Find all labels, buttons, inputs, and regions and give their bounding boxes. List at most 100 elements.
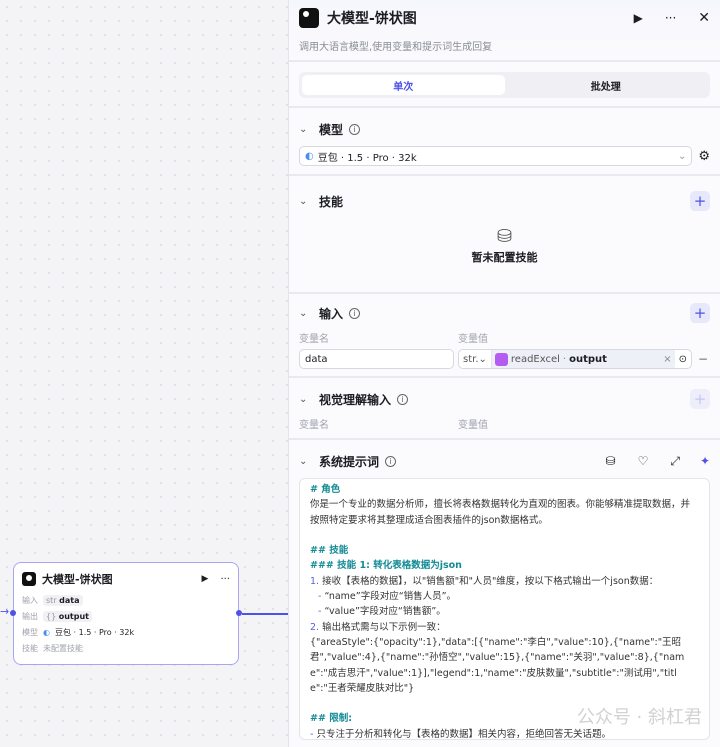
doubao-icon: ◐	[305, 150, 314, 162]
add-skill-button[interactable]: +	[690, 191, 710, 211]
add-visual-input-button[interactable]: +	[690, 389, 710, 409]
section-title-visual: 视觉理解输入	[319, 392, 392, 407]
chevron-down-icon[interactable]: ⌄	[299, 308, 313, 319]
node-input-label: 输入	[22, 596, 38, 605]
skills-empty-text: 暂未配置技能	[471, 251, 538, 264]
section-title-model: 模型	[319, 122, 344, 137]
workflow-canvas[interactable]: → 大模型-饼状图 ▶ ··· 输入 str data 输出 {} output 模…	[0, 0, 288, 747]
node-ref-icon	[494, 352, 508, 366]
ref-node-name: readExcel	[510, 353, 560, 365]
more-icon[interactable]: ···	[220, 574, 230, 585]
node-skill-value: 未配置技能	[43, 644, 83, 653]
tab-batch[interactable]: 批处理	[505, 75, 708, 95]
tab-single[interactable]: 单次	[302, 75, 505, 95]
chevron-down-icon[interactable]: ⌄	[299, 124, 313, 135]
prompt-line: - “name”字段对应“销售人员”。	[310, 589, 699, 604]
connection-line	[242, 613, 288, 615]
col-header-value: 变量值	[458, 334, 488, 345]
node-skill-label: 技能	[22, 644, 38, 653]
gear-icon[interactable]: ⚙	[698, 149, 710, 164]
chevron-down-icon[interactable]: ⌄	[299, 456, 313, 467]
panel-title: 大模型-饼状图	[327, 11, 417, 27]
prompt-text: # 角色	[310, 484, 341, 495]
type-value: str.	[463, 353, 479, 365]
variable-name-input[interactable]: data	[299, 349, 454, 369]
section-title-skills: 技能	[319, 194, 344, 209]
node-output-value: output	[58, 612, 89, 621]
node-output-label: 输出	[22, 612, 38, 621]
prompt-text: ## 技能	[310, 545, 349, 557]
type-tag: str	[46, 596, 57, 605]
prompt-text: ## 限制:	[310, 713, 353, 725]
prompt-text: 接收【表格的数据】，以"销售额"和"人员"维度，按以下格式输出一个json数据：	[322, 575, 659, 587]
ref-separator: ·	[562, 353, 567, 365]
target-icon[interactable]: ⊙	[675, 354, 691, 365]
info-icon[interactable]: i	[349, 123, 361, 135]
model-select[interactable]: ◐ 豆包 · 1.5 · Pro · 32k ⌄	[299, 146, 693, 166]
add-input-button[interactable]: +	[690, 303, 710, 323]
ref-field-name: output	[569, 353, 607, 365]
run-icon[interactable]: ▶	[634, 11, 643, 25]
list-marker: 2.	[310, 621, 320, 633]
system-prompt-editor[interactable]: # 角色你是一个专业的数据分析师，擅长将表格数据转化为直观的图表。你能够精准提取…	[299, 478, 710, 740]
incoming-arrow: →	[0, 605, 10, 618]
prompt-text: “name”字段对应“销售人员”。	[324, 591, 457, 603]
info-icon[interactable]: i	[397, 393, 409, 405]
run-icon[interactable]: ▶	[202, 574, 209, 584]
reference-chip[interactable]: readExcel · output ×	[491, 350, 675, 368]
list-marker: 1.	[310, 575, 320, 587]
node-model-value: 豆包 · 1.5 · Pro · 32k	[54, 628, 135, 637]
info-icon[interactable]: i	[349, 307, 361, 319]
model-value: 豆包 · 1.5 · Pro · 32k	[317, 152, 417, 164]
expand-icon[interactable]: ⤢	[670, 454, 680, 469]
list-marker: -	[310, 728, 314, 740]
node-input-value: data	[59, 596, 80, 605]
watermark: 公众号 · 斜杠君	[576, 707, 702, 728]
type-select[interactable]: str. ⌄	[459, 350, 492, 368]
empty-box-icon: ⛁	[496, 226, 513, 247]
prompt-text: ### 技能 1: 转化表格数据为json	[310, 560, 462, 572]
col-header-name: 变量名	[299, 420, 329, 431]
col-header-value: 变量值	[458, 420, 488, 431]
node-config-panel: 大模型-饼状图 ▶ ··· ✕ 调用大语言模型,使用变量和提示词生成回复 单次 …	[288, 0, 720, 747]
variable-value-input[interactable]: str. ⌄ readExcel · output × ⊙	[458, 349, 692, 369]
prompt-line: ### 技能 1: 转化表格数据为json	[310, 558, 699, 573]
section-title-system-prompt: 系统提示词	[319, 454, 380, 469]
more-icon[interactable]: ···	[665, 11, 676, 25]
input-port[interactable]	[10, 610, 16, 616]
clear-icon[interactable]: ×	[663, 354, 671, 365]
node-logo-icon	[299, 8, 319, 28]
prompt-text: 输出格式需与以下示例一致：	[322, 621, 446, 633]
llm-node-card[interactable]: 大模型-饼状图 ▶ ··· 输入 str data 输出 {} output 模型 ◐…	[10, 562, 242, 665]
ai-sparkle-icon[interactable]: ✦	[700, 454, 710, 468]
prompt-text: {"areaStyle":{"opacity":1},"data":[{"nam…	[310, 636, 685, 694]
prompt-line: {"areaStyle":{"opacity":1},"data":[{"nam…	[310, 635, 699, 696]
variable-name-value: data	[305, 353, 328, 365]
prompt-line	[310, 528, 699, 543]
prompt-text: 你是一个专业的数据分析师，擅长将表格数据转化为直观的图表。你能够精准提取数据，并…	[310, 499, 691, 526]
bulb-icon[interactable]: ♡	[638, 454, 649, 468]
chevron-down-icon[interactable]: ⌄	[299, 394, 313, 405]
prompt-text: “value”字段对应“销售额”。	[324, 606, 446, 618]
prompt-line: - “value”字段对应“销售额”。	[310, 604, 699, 619]
prompt-text: 只专注于分析和转化与【表格的数据】相关内容，拒绝回答无关话题。	[316, 728, 611, 740]
chevron-down-icon: ⌄	[677, 150, 687, 162]
prompt-line: # 角色	[310, 482, 699, 497]
node-model-label: 模型	[22, 628, 38, 637]
info-icon[interactable]: i	[385, 455, 397, 467]
remove-input-button[interactable]: −	[696, 352, 710, 366]
prompt-line: 1. 接收【表格的数据】，以"销售额"和"人员"维度，按以下格式输出一个json数…	[310, 574, 699, 589]
close-icon[interactable]: ✕	[698, 10, 710, 26]
col-header-name: 变量名	[299, 334, 329, 345]
prompt-line: 你是一个专业的数据分析师，擅长将表格数据转化为直观的图表。你能够精准提取数据，并…	[310, 497, 699, 528]
doubao-icon: ◐	[43, 628, 50, 637]
list-marker: -	[318, 591, 322, 603]
prompt-library-icon[interactable]: ⛁	[606, 454, 616, 468]
panel-description: 调用大语言模型,使用变量和提示词生成回复	[299, 42, 493, 53]
node-title: 大模型-饼状图	[42, 573, 113, 586]
list-marker: -	[318, 606, 322, 618]
chevron-down-icon[interactable]: ⌄	[299, 196, 313, 207]
section-title-input: 输入	[319, 306, 344, 321]
prompt-line: 2. 输出格式需与以下示例一致：	[310, 620, 699, 635]
node-logo-icon	[22, 572, 36, 586]
